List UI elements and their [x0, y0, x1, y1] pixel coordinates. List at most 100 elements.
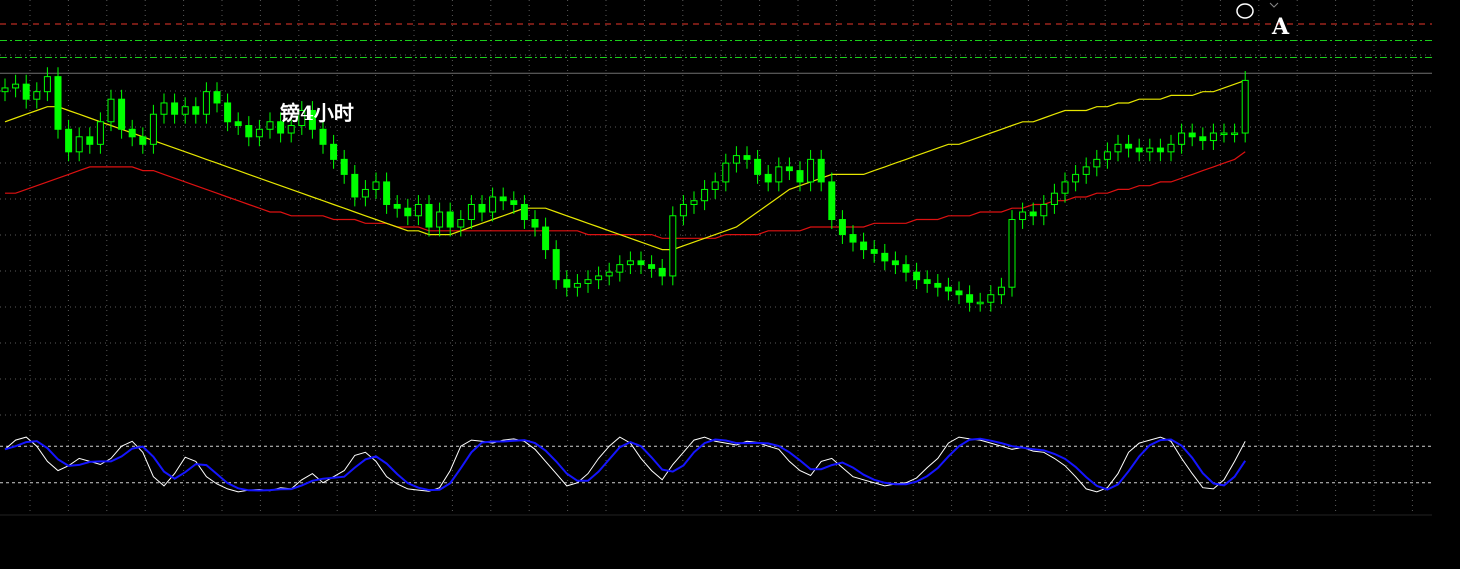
candle-body — [1156, 147, 1164, 153]
candle-body — [1188, 132, 1196, 138]
candle-body — [1220, 132, 1228, 136]
candle-body — [1125, 143, 1133, 149]
candle-body — [531, 219, 539, 228]
candle-body — [849, 234, 857, 243]
candle-body — [944, 286, 952, 292]
chart-canvas — [0, 0, 1432, 516]
candle-body — [764, 173, 772, 183]
candle-body — [637, 260, 645, 266]
marker-circle-icon — [1236, 3, 1254, 19]
candle-body — [361, 188, 369, 198]
candle-body — [22, 83, 30, 100]
candle-body — [817, 158, 825, 183]
candle-body — [330, 143, 338, 160]
chart-grid — [0, 0, 1432, 516]
candle-body — [340, 158, 348, 175]
candle-body — [732, 155, 740, 164]
candle-body — [838, 219, 846, 236]
candle-body — [976, 301, 984, 305]
candle-body — [351, 173, 359, 198]
candle-body — [701, 188, 709, 202]
candle-body — [234, 121, 242, 127]
candle-body — [160, 102, 168, 115]
candle-body — [149, 113, 157, 145]
candle-body — [690, 200, 698, 205]
candle-body — [33, 91, 41, 100]
candle-body — [478, 203, 486, 213]
candle-body — [626, 260, 634, 266]
candle-body — [139, 136, 147, 145]
candle-body — [860, 241, 868, 251]
candle-body — [923, 279, 931, 284]
candle-body — [743, 155, 751, 160]
candle-body — [224, 102, 232, 123]
candle-body — [118, 98, 126, 130]
candle-body — [1082, 166, 1090, 175]
candle-body — [542, 226, 550, 251]
candle-body — [595, 275, 603, 281]
candle-body — [1093, 158, 1101, 168]
moving-averages — [4, 79, 1246, 251]
candle-body — [96, 121, 104, 145]
candle-body — [1029, 211, 1037, 217]
candle-body — [1241, 79, 1249, 134]
candle-body — [796, 170, 804, 183]
candle-body — [1167, 143, 1175, 153]
candle-body — [319, 128, 327, 145]
candle-body — [425, 203, 433, 228]
candle-body — [75, 136, 83, 153]
candle-body — [372, 181, 380, 190]
candle-body — [1, 87, 9, 93]
candle-body — [775, 166, 783, 183]
candle-body — [213, 91, 221, 104]
candle-body — [1146, 147, 1154, 153]
candle-body — [446, 211, 454, 228]
candle-body — [107, 98, 115, 123]
candle-body — [1231, 132, 1239, 136]
candle-body — [1040, 203, 1048, 217]
candle-body — [12, 83, 20, 89]
small-chevron-icon — [1269, 2, 1279, 8]
ma-slow-line — [5, 151, 1246, 239]
candle-body — [1178, 132, 1186, 145]
candle-body — [754, 158, 762, 175]
candle-body — [669, 215, 677, 277]
level-lines — [0, 23, 1432, 74]
candle-body — [722, 162, 730, 183]
stochastic-panel — [0, 436, 1432, 493]
chart-title: 镑4小时 — [280, 101, 354, 125]
candle-body — [807, 158, 815, 183]
candle-body — [128, 128, 136, 138]
candle-body — [987, 294, 995, 303]
candle-body — [1050, 192, 1058, 205]
candle-body — [404, 207, 412, 217]
candle-body — [1114, 143, 1122, 153]
candle-body — [43, 76, 51, 93]
candle-body — [573, 282, 581, 288]
candle-body — [870, 249, 878, 254]
candle-body — [467, 203, 475, 221]
candle-body — [383, 181, 391, 205]
candle-body — [934, 282, 942, 288]
candle-body — [192, 106, 200, 115]
candle-body — [1199, 136, 1207, 142]
candle-body — [54, 76, 62, 130]
candle-body — [255, 128, 263, 138]
candle-body — [955, 290, 963, 296]
candle-body — [913, 271, 921, 281]
candle-body — [552, 249, 560, 281]
candle-body — [997, 286, 1005, 296]
candle-body — [881, 252, 889, 262]
candle-body — [65, 128, 73, 153]
candle-body — [393, 203, 401, 209]
candle-body — [605, 271, 613, 277]
candle-body — [1103, 151, 1111, 160]
candle-body — [86, 136, 94, 145]
candle-body — [828, 181, 836, 221]
candle-body — [785, 166, 793, 172]
candle-body — [584, 279, 592, 284]
marker-label-a: A — [1272, 14, 1290, 40]
candle-body — [287, 125, 295, 134]
candle-body — [679, 203, 687, 217]
candle-body — [436, 211, 444, 228]
